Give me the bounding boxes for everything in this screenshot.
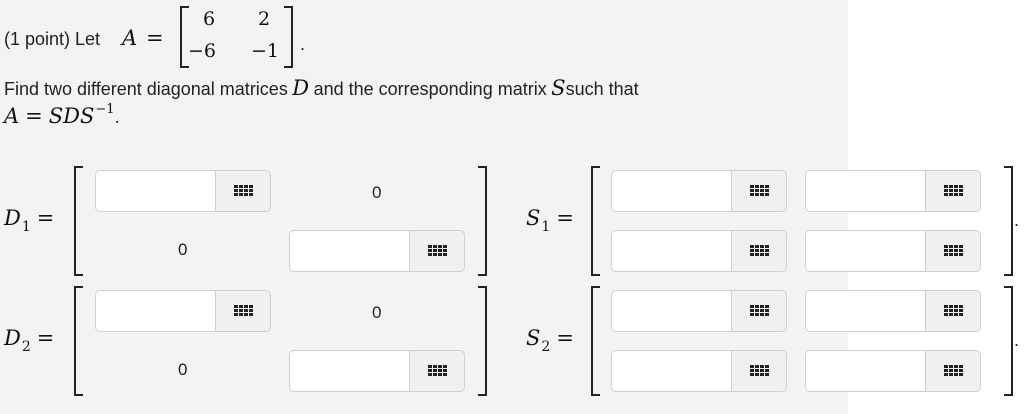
matrix-a-cell: −6 [188,40,217,62]
relation-exponent: −1 [95,102,115,117]
grid-icon [943,305,963,317]
d2-entry-11-matrix-button[interactable] [215,290,271,332]
d1-entry-11-input[interactable] [95,170,215,212]
d1-left-bracket [74,166,83,276]
s2-label: S2 = [526,326,580,355]
s1-entry-21-matrix-button[interactable] [731,230,787,272]
d1-entry-22 [289,230,465,272]
s1-name: S [526,206,541,230]
s2-entry-21-matrix-button[interactable] [731,350,787,392]
d1-entry-22-matrix-button[interactable] [409,230,465,272]
s2-right-bracket [1004,286,1013,396]
d2-zero-12: 0 [372,303,382,322]
instruction-part: and the corresponding matrix [313,79,547,99]
s1-trailing-dot: . [1014,210,1020,230]
s1-entry-11-matrix-button[interactable] [731,170,787,212]
equals-sign: = [146,26,164,50]
s2-left-bracket [591,286,600,396]
equals-sign: = [556,206,574,230]
s1-entry-22 [805,230,981,272]
matrix-a-cell: 6 [203,8,216,30]
s2-entry-12-input[interactable] [805,290,925,332]
relation: A = SDS−1. [4,102,120,128]
matrix-a-name: A [122,26,138,50]
s1-entry-21 [611,230,787,272]
instruction-text: Find two different diagonal matrices D a… [4,76,639,100]
s2-entry-22-input[interactable] [805,350,925,392]
s2-entry-11 [611,290,787,332]
d1-sub: 1 [21,219,31,235]
d1-entry-22-input[interactable] [289,230,409,272]
d1-zero-12: 0 [372,183,382,202]
d2-left-bracket [74,286,83,396]
d1-entry-11 [95,170,271,212]
s2-name: S [526,326,541,350]
s2-trailing-dot: . [1014,330,1020,350]
s2-entry-12 [805,290,981,332]
d1-right-bracket [478,166,487,276]
equals-sign: = [25,104,43,128]
grid-icon [943,185,963,197]
equals-sign: = [36,206,55,230]
s1-entry-12-input[interactable] [805,170,925,212]
s2-entry-22 [805,350,981,392]
s1-entry-22-input[interactable] [805,230,925,272]
points-label: (1 point) Let [4,29,101,49]
s2-entry-11-input[interactable] [611,290,731,332]
s1-entry-12-matrix-button[interactable] [925,170,981,212]
d1-zero-21: 0 [178,240,188,259]
s2-entry-22-matrix-button[interactable] [925,350,981,392]
s1-entry-11 [611,170,787,212]
s1-entry-21-input[interactable] [611,230,731,272]
s2-entry-21-input[interactable] [611,350,731,392]
d2-entry-22 [289,350,465,392]
s1-sub: 1 [541,219,551,235]
s1-right-bracket [1004,166,1013,276]
instruction-part: Find two different diagonal matrices [4,79,288,99]
d1-name: D [4,206,21,230]
relation-lhs: A [4,104,20,128]
d2-entry-22-input[interactable] [289,350,409,392]
grid-icon [233,305,253,317]
grid-icon [749,305,769,317]
d1-label: D1 = [4,206,60,235]
period: . [114,107,120,127]
grid-icon [749,365,769,377]
d2-right-bracket [478,286,487,396]
equals-sign: = [556,326,574,350]
instruction-part: such that [565,79,639,99]
s1-entry-11-input[interactable] [611,170,731,212]
var-s: S [551,76,566,100]
s1-entry-12 [805,170,981,212]
s2-entry-12-matrix-button[interactable] [925,290,981,332]
period: . [300,34,306,54]
matrix-a-cell: −1 [251,40,280,62]
s2-sub: 2 [541,339,551,355]
s1-left-bracket [591,166,600,276]
d2-name: D [4,326,21,350]
equals-sign: = [36,326,55,350]
s2-entry-21 [611,350,787,392]
d2-zero-21: 0 [178,360,188,379]
s1-label: S1 = [526,206,580,235]
s2-entry-11-matrix-button[interactable] [731,290,787,332]
grid-icon [943,365,963,377]
d2-entry-11 [95,290,271,332]
d2-entry-11-input[interactable] [95,290,215,332]
relation-rhs: SDS [48,104,95,128]
d1-entry-11-matrix-button[interactable] [215,170,271,212]
grid-icon [427,365,447,377]
grid-icon [233,185,253,197]
matrix-a-cell: 2 [258,8,271,30]
d2-entry-22-matrix-button[interactable] [409,350,465,392]
grid-icon [427,245,447,257]
var-d: D [292,76,310,100]
s1-entry-22-matrix-button[interactable] [925,230,981,272]
grid-icon [943,245,963,257]
d2-label: D2 = [4,326,60,355]
grid-icon [749,185,769,197]
d2-sub: 2 [21,339,31,355]
grid-icon [749,245,769,257]
matrix-a-right-bracket [284,6,293,68]
